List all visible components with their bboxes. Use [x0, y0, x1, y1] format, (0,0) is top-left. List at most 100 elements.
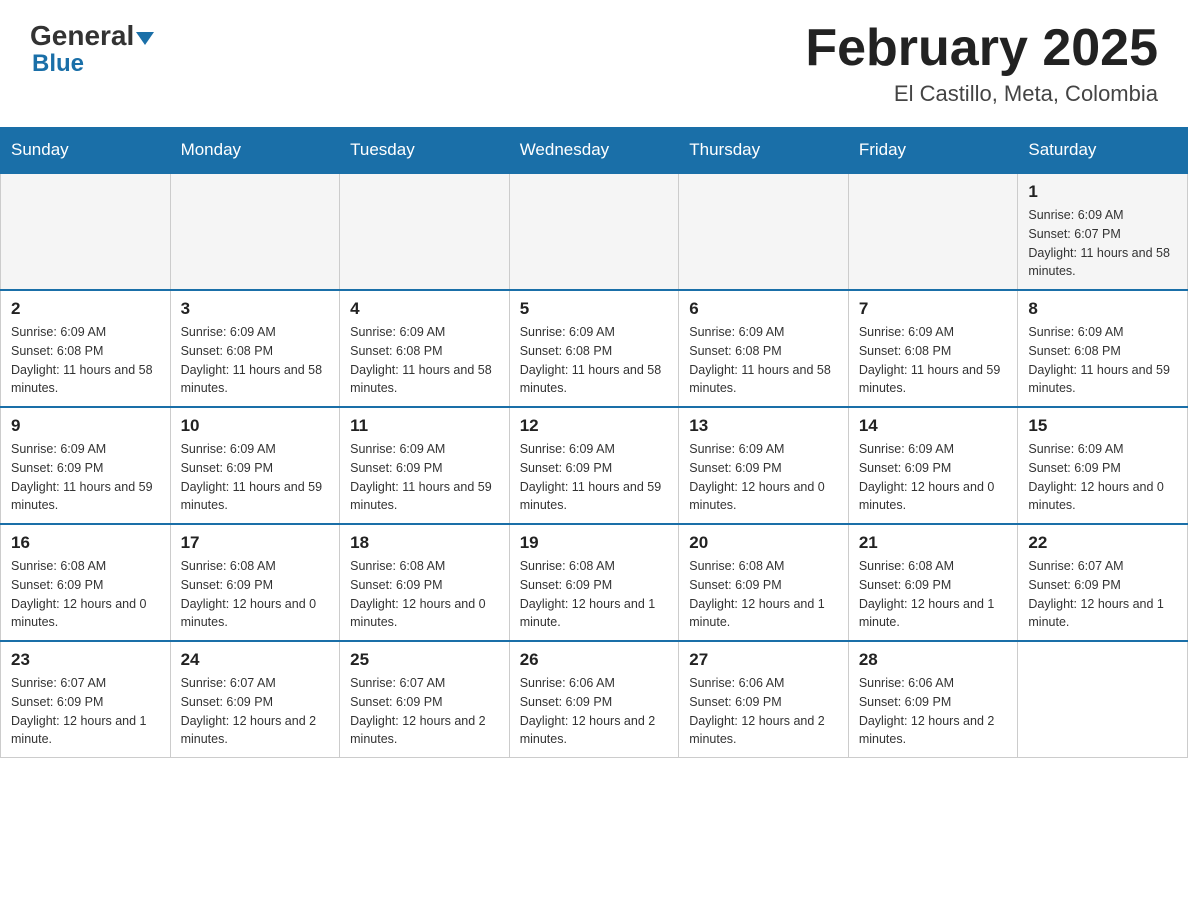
day-cell-1-0: 2 Sunrise: 6:09 AMSunset: 6:08 PMDaylight… [1, 290, 171, 407]
day-info: Sunrise: 6:09 AMSunset: 6:09 PMDaylight:… [859, 440, 1008, 515]
day-cell-0-3 [509, 173, 679, 290]
day-info: Sunrise: 6:06 AMSunset: 6:09 PMDaylight:… [520, 674, 669, 749]
day-number: 24 [181, 650, 330, 670]
day-cell-4-2: 25Sunrise: 6:07 AMSunset: 6:09 PMDayligh… [340, 641, 510, 758]
day-number: 13 [689, 416, 838, 436]
month-title: February 2025 [805, 20, 1158, 77]
logo-blue-text: Blue [32, 50, 84, 78]
day-cell-3-1: 17Sunrise: 6:08 AMSunset: 6:09 PMDayligh… [170, 524, 340, 641]
day-info: Sunrise: 6:07 AMSunset: 6:09 PMDaylight:… [350, 674, 499, 749]
day-cell-0-0 [1, 173, 171, 290]
day-info: Sunrise: 6:07 AMSunset: 6:09 PMDaylight:… [1028, 557, 1177, 632]
logo: General Blue [30, 20, 154, 78]
day-cell-0-4 [679, 173, 849, 290]
day-cell-2-4: 13 Sunrise: 6:09 AMSunset: 6:09 PMDayligh… [679, 407, 849, 524]
day-number: 7 [859, 299, 1008, 319]
day-cell-3-0: 16 Sunrise: 6:08 AMSunset: 6:09 PMDayligh… [1, 524, 171, 641]
day-info: Sunrise: 6:09 AMSunset: 6:09 PMDaylight:… [350, 440, 499, 515]
day-info: Sunrise: 6:07 AMSunset: 6:09 PMDaylight:… [11, 674, 160, 749]
day-cell-3-6: 22 Sunrise: 6:07 AMSunset: 6:09 PMDayligh… [1018, 524, 1188, 641]
day-info: Sunrise: 6:09 AMSunset: 6:09 PMDaylight:… [689, 440, 838, 515]
day-info: Sunrise: 6:09 AMSunset: 6:08 PMDaylight:… [11, 323, 160, 398]
day-cell-3-2: 18Sunrise: 6:08 AMSunset: 6:09 PMDayligh… [340, 524, 510, 641]
day-cell-1-1: 3 Sunrise: 6:09 AMSunset: 6:08 PMDaylight… [170, 290, 340, 407]
weekday-header-row: Sunday Monday Tuesday Wednesday Thursday… [1, 128, 1188, 174]
day-cell-2-2: 11 Sunrise: 6:09 AMSunset: 6:09 PMDayligh… [340, 407, 510, 524]
day-number: 23 [11, 650, 160, 670]
week-row-4: 16 Sunrise: 6:08 AMSunset: 6:09 PMDayligh… [1, 524, 1188, 641]
day-cell-0-2 [340, 173, 510, 290]
day-number: 19 [520, 533, 669, 553]
day-info: Sunrise: 6:09 AMSunset: 6:09 PMDaylight:… [181, 440, 330, 515]
day-cell-2-3: 12 Sunrise: 6:09 AMSunset: 6:09 PMDayligh… [509, 407, 679, 524]
header-saturday: Saturday [1018, 128, 1188, 174]
day-number: 3 [181, 299, 330, 319]
day-info: Sunrise: 6:09 AMSunset: 6:09 PMDaylight:… [520, 440, 669, 515]
day-number: 15 [1028, 416, 1177, 436]
title-block: February 2025 El Castillo, Meta, Colombi… [805, 20, 1158, 107]
logo-general-text: General [30, 20, 154, 52]
day-cell-4-6 [1018, 641, 1188, 758]
day-info: Sunrise: 6:09 AMSunset: 6:09 PMDaylight:… [11, 440, 160, 515]
day-info: Sunrise: 6:09 AMSunset: 6:08 PMDaylight:… [689, 323, 838, 398]
day-info: Sunrise: 6:08 AMSunset: 6:09 PMDaylight:… [350, 557, 499, 632]
day-info: Sunrise: 6:09 AMSunset: 6:08 PMDaylight:… [181, 323, 330, 398]
day-number: 26 [520, 650, 669, 670]
day-info: Sunrise: 6:08 AMSunset: 6:09 PMDaylight:… [859, 557, 1008, 632]
calendar-table: Sunday Monday Tuesday Wednesday Thursday… [0, 127, 1188, 758]
day-number: 17 [181, 533, 330, 553]
header-tuesday: Tuesday [340, 128, 510, 174]
week-row-3: 9 Sunrise: 6:09 AMSunset: 6:09 PMDaylight… [1, 407, 1188, 524]
page-header: General Blue February 2025 El Castillo, … [0, 0, 1188, 117]
day-cell-3-3: 19Sunrise: 6:08 AMSunset: 6:09 PMDayligh… [509, 524, 679, 641]
day-number: 8 [1028, 299, 1177, 319]
day-cell-0-5 [848, 173, 1018, 290]
header-thursday: Thursday [679, 128, 849, 174]
day-cell-4-1: 24 Sunrise: 6:07 AMSunset: 6:09 PMDayligh… [170, 641, 340, 758]
day-number: 21 [859, 533, 1008, 553]
day-info: Sunrise: 6:09 AMSunset: 6:08 PMDaylight:… [520, 323, 669, 398]
day-number: 10 [181, 416, 330, 436]
day-info: Sunrise: 6:07 AMSunset: 6:09 PMDaylight:… [181, 674, 330, 749]
header-sunday: Sunday [1, 128, 171, 174]
day-cell-3-5: 21 Sunrise: 6:08 AMSunset: 6:09 PMDayligh… [848, 524, 1018, 641]
day-info: Sunrise: 6:09 AMSunset: 6:08 PMDaylight:… [1028, 323, 1177, 398]
day-cell-4-0: 23 Sunrise: 6:07 AMSunset: 6:09 PMDayligh… [1, 641, 171, 758]
day-number: 20 [689, 533, 838, 553]
day-info: Sunrise: 6:06 AMSunset: 6:09 PMDaylight:… [689, 674, 838, 749]
week-row-5: 23 Sunrise: 6:07 AMSunset: 6:09 PMDayligh… [1, 641, 1188, 758]
day-info: Sunrise: 6:08 AMSunset: 6:09 PMDaylight:… [11, 557, 160, 632]
day-number: 27 [689, 650, 838, 670]
day-info: Sunrise: 6:09 AMSunset: 6:08 PMDaylight:… [859, 323, 1008, 398]
day-number: 16 [11, 533, 160, 553]
day-cell-1-5: 7 Sunrise: 6:09 AMSunset: 6:08 PMDaylight… [848, 290, 1018, 407]
day-info: Sunrise: 6:09 AMSunset: 6:09 PMDaylight:… [1028, 440, 1177, 515]
day-number: 22 [1028, 533, 1177, 553]
week-row-2: 2 Sunrise: 6:09 AMSunset: 6:08 PMDaylight… [1, 290, 1188, 407]
day-cell-4-5: 28 Sunrise: 6:06 AMSunset: 6:09 PMDayligh… [848, 641, 1018, 758]
week-row-1: 1Sunrise: 6:09 AMSunset: 6:07 PMDaylight… [1, 173, 1188, 290]
day-number: 9 [11, 416, 160, 436]
day-info: Sunrise: 6:09 AMSunset: 6:08 PMDaylight:… [350, 323, 499, 398]
day-number: 12 [520, 416, 669, 436]
day-number: 6 [689, 299, 838, 319]
day-cell-2-5: 14 Sunrise: 6:09 AMSunset: 6:09 PMDayligh… [848, 407, 1018, 524]
day-number: 2 [11, 299, 160, 319]
header-friday: Friday [848, 128, 1018, 174]
header-monday: Monday [170, 128, 340, 174]
day-info: Sunrise: 6:08 AMSunset: 6:09 PMDaylight:… [689, 557, 838, 632]
day-info: Sunrise: 6:06 AMSunset: 6:09 PMDaylight:… [859, 674, 1008, 749]
day-number: 5 [520, 299, 669, 319]
day-number: 28 [859, 650, 1008, 670]
day-number: 1 [1028, 182, 1177, 202]
day-cell-1-3: 5 Sunrise: 6:09 AMSunset: 6:08 PMDaylight… [509, 290, 679, 407]
day-cell-2-6: 15 Sunrise: 6:09 AMSunset: 6:09 PMDayligh… [1018, 407, 1188, 524]
header-wednesday: Wednesday [509, 128, 679, 174]
day-number: 14 [859, 416, 1008, 436]
day-cell-4-4: 27 Sunrise: 6:06 AMSunset: 6:09 PMDayligh… [679, 641, 849, 758]
day-cell-0-1 [170, 173, 340, 290]
day-cell-2-1: 10 Sunrise: 6:09 AMSunset: 6:09 PMDayligh… [170, 407, 340, 524]
day-cell-0-6: 1Sunrise: 6:09 AMSunset: 6:07 PMDaylight… [1018, 173, 1188, 290]
location: El Castillo, Meta, Colombia [805, 81, 1158, 107]
day-number: 11 [350, 416, 499, 436]
